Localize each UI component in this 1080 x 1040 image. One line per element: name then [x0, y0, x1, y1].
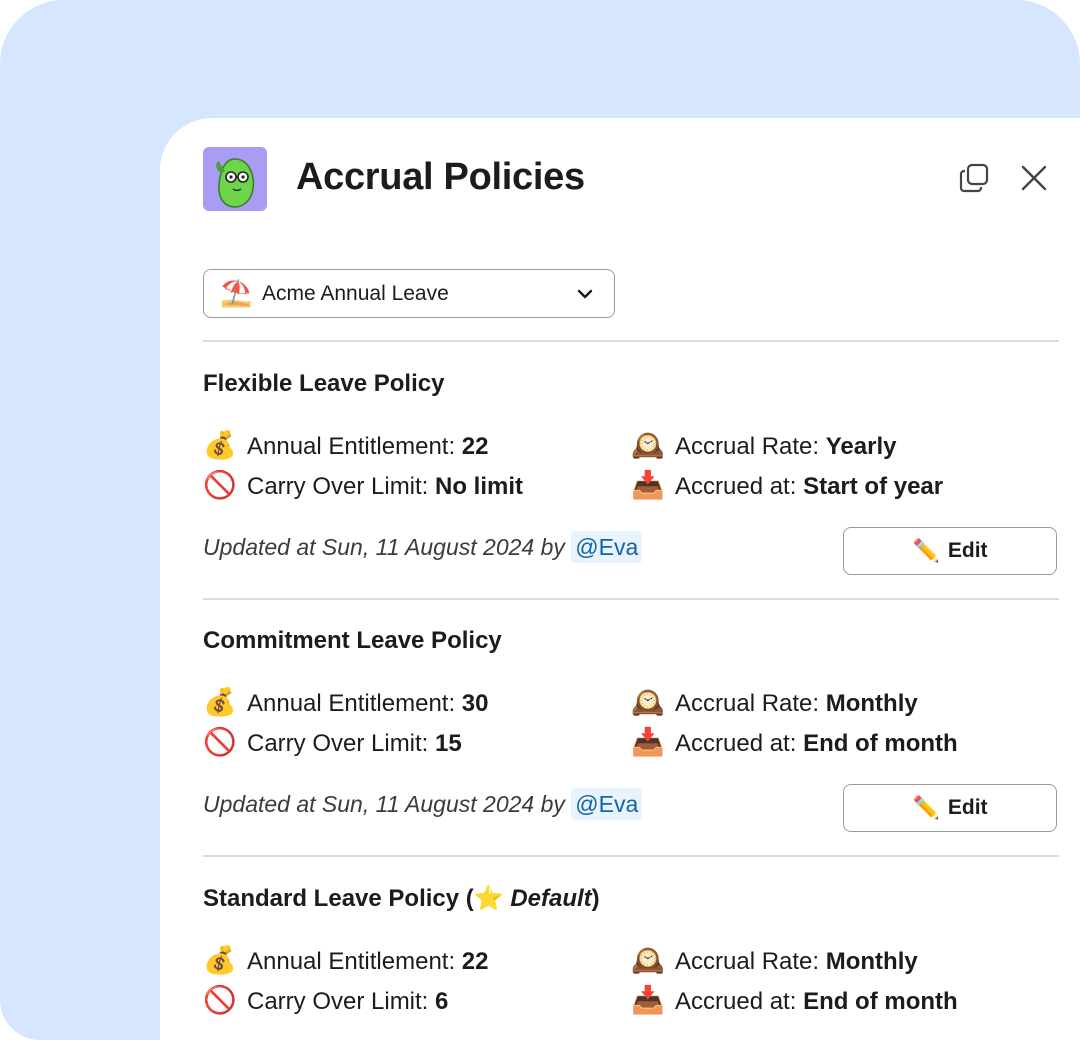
accrual-rate-row: 🕰️ Accrual Rate: Yearly — [631, 430, 896, 462]
accrual-rate-value: Yearly — [825, 433, 897, 460]
pencil-icon: ✏️ — [912, 538, 940, 563]
entitlement-label: Annual Entitlement: — [247, 433, 462, 460]
no-entry-icon: 🚫 — [203, 985, 237, 1015]
backdrop: Accrual Policies ⛱️ Acme Annual Leave Fl… — [0, 0, 1080, 1040]
carry-over-value: No limit — [435, 473, 524, 500]
entitlement-value: 22 — [461, 948, 489, 975]
accrual-rate-value: Monthly — [825, 690, 918, 717]
updated-info: Updated at Sun, 11 August 2024 by @Eva — [203, 531, 643, 563]
edit-button-label: Edit — [947, 539, 988, 562]
beach-umbrella-icon: ⛱️ — [220, 278, 253, 308]
policy-name: Commitment Leave Policy — [203, 627, 502, 654]
edit-button[interactable]: ✏️ Edit — [843, 527, 1057, 575]
updated-date: Sun, 11 August 2024 — [321, 791, 535, 817]
close-icon — [1021, 165, 1047, 191]
accrual-rate-row: 🕰️ Accrual Rate: Monthly — [631, 687, 918, 719]
no-entry-icon: 🚫 — [203, 727, 237, 757]
accrued-at-row: 📥 Accrued at: End of month — [631, 985, 958, 1017]
policy-name: Standard Leave Policy (⭐ Default) — [203, 885, 600, 912]
policy-name: Flexible Leave Policy — [203, 370, 445, 397]
updated-info: Updated at Sun, 11 August 2024 by @Eva — [203, 788, 643, 820]
accrued-at-value: Start of year — [803, 473, 944, 500]
inbox-tray-icon: 📥 — [631, 470, 665, 500]
close-button[interactable] — [1016, 160, 1052, 196]
carry-over-value: 15 — [435, 730, 462, 757]
updated-date: Sun, 11 August 2024 — [321, 534, 535, 560]
modal-title: Accrual Policies — [296, 156, 585, 198]
inbox-tray-icon: 📥 — [631, 985, 665, 1015]
user-mention[interactable]: @Eva — [571, 531, 643, 563]
no-entry-icon: 🚫 — [203, 470, 237, 500]
entitlement-value: 30 — [461, 690, 489, 717]
accrued-at-row: 📥 Accrued at: End of month — [631, 727, 958, 759]
inbox-tray-icon: 📥 — [631, 727, 665, 757]
divider — [203, 855, 1059, 857]
accrual-rate-label: Accrual Rate: — [675, 948, 826, 975]
accrued-at-row: 📥 Accrued at: Start of year — [631, 470, 943, 502]
carry-over-label: Carry Over Limit: — [247, 988, 436, 1015]
carry-over-row: 🚫 Carry Over Limit: 6 — [203, 985, 448, 1017]
edit-button[interactable]: ✏️ Edit — [843, 784, 1057, 832]
divider — [203, 340, 1059, 342]
pencil-icon: ✏️ — [912, 795, 940, 820]
edit-button-label: Edit — [947, 796, 988, 819]
leave-type-selected-value: Acme Annual Leave — [262, 282, 449, 305]
user-mention[interactable]: @Eva — [571, 788, 643, 820]
money-bag-icon: 💰 — [203, 430, 237, 460]
accrued-at-value: End of month — [803, 730, 958, 757]
money-bag-icon: 💰 — [203, 945, 237, 975]
accrual-rate-value: Monthly — [825, 948, 918, 975]
divider — [203, 598, 1059, 600]
accrued-at-label: Accrued at: — [675, 988, 804, 1015]
annual-entitlement-row: 💰 Annual Entitlement: 22 — [203, 945, 489, 977]
chevron-down-icon — [577, 289, 593, 299]
accrual-rate-label: Accrual Rate: — [675, 433, 826, 460]
mantelpiece-clock-icon: 🕰️ — [631, 430, 665, 460]
star-icon: ⭐ — [473, 885, 504, 912]
accrual-policies-modal: Accrual Policies ⛱️ Acme Annual Leave Fl… — [160, 118, 1080, 1040]
entitlement-label: Annual Entitlement: — [247, 948, 462, 975]
carry-over-label: Carry Over Limit: — [247, 730, 436, 757]
entitlement-label: Annual Entitlement: — [247, 690, 462, 717]
mantelpiece-clock-icon: 🕰️ — [631, 945, 665, 975]
bird-with-glasses-icon — [203, 147, 267, 211]
copy-icon — [959, 163, 989, 193]
leave-type-select[interactable]: ⛱️ Acme Annual Leave — [203, 269, 615, 318]
carry-over-label: Carry Over Limit: — [247, 473, 436, 500]
accrued-at-value: End of month — [803, 988, 958, 1015]
accrual-rate-label: Accrual Rate: — [675, 690, 826, 717]
entitlement-value: 22 — [461, 433, 489, 460]
annual-entitlement-row: 💰 Annual Entitlement: 22 — [203, 430, 489, 462]
default-label: Default — [510, 885, 592, 912]
annual-entitlement-row: 💰 Annual Entitlement: 30 — [203, 687, 489, 719]
mantelpiece-clock-icon: 🕰️ — [631, 687, 665, 717]
accrued-at-label: Accrued at: — [675, 473, 804, 500]
carry-over-value: 6 — [435, 988, 449, 1015]
carry-over-row: 🚫 Carry Over Limit: No limit — [203, 470, 523, 502]
money-bag-icon: 💰 — [203, 687, 237, 717]
accrual-rate-row: 🕰️ Accrual Rate: Monthly — [631, 945, 918, 977]
accrued-at-label: Accrued at: — [675, 730, 804, 757]
copy-button[interactable] — [957, 160, 993, 196]
carry-over-row: 🚫 Carry Over Limit: 15 — [203, 727, 462, 759]
